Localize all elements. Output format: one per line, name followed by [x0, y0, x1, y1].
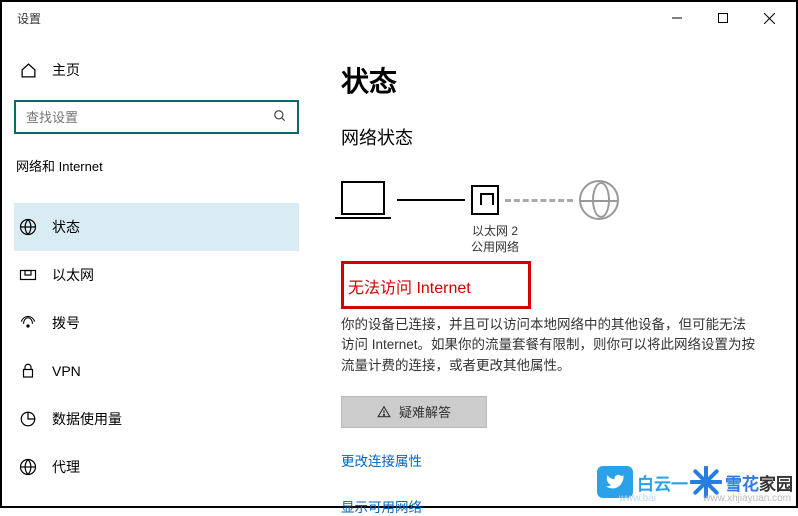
page-title: 状态	[341, 60, 756, 100]
sidebar-item-vpn[interactable]: VPN	[14, 347, 299, 395]
adapter-profile: 公用网络	[459, 240, 531, 256]
sidebar: 主页 网络和 Internet 状态 以太网 拨号	[2, 34, 307, 506]
home-icon	[18, 62, 38, 79]
sidebar-item-proxy[interactable]: 代理	[14, 443, 299, 491]
title-bar: 设置	[2, 2, 796, 34]
status-icon	[18, 218, 38, 236]
sidebar-item-ethernet[interactable]: 以太网	[14, 251, 299, 299]
adapter-name: 以太网 2	[459, 224, 531, 240]
close-icon	[764, 13, 775, 24]
globe-icon	[579, 180, 619, 220]
dialup-icon	[18, 314, 38, 332]
data-usage-icon	[18, 410, 38, 428]
home-label: 主页	[52, 60, 80, 80]
window-title: 设置	[17, 10, 41, 27]
main-content: 状态 网络状态 以太网 2 公用网络 无法访问 Internet 你的设备已连接…	[307, 34, 796, 506]
error-title: 无法访问 Internet	[348, 280, 471, 297]
watermark-right-url: www.xhjiayuan.com	[703, 493, 791, 504]
error-highlight-box: 无法访问 Internet	[341, 261, 531, 309]
search-box[interactable]	[14, 100, 299, 134]
status-description: 你的设备已连接，并且可以访问本地网络中的其他设备，但可能无法访问 Interne…	[341, 315, 756, 376]
network-status-subtitle: 网络状态	[341, 124, 756, 150]
sidebar-item-label: VPN	[52, 363, 81, 379]
search-input[interactable]	[26, 110, 273, 125]
watermark-right-text-1: 雪花	[725, 475, 759, 494]
minimize-icon	[672, 13, 682, 23]
proxy-icon	[18, 458, 38, 476]
sidebar-item-label: 代理	[52, 457, 80, 477]
warning-icon	[377, 405, 391, 419]
troubleshoot-button[interactable]: 疑难解答	[341, 396, 487, 428]
show-available-networks-link[interactable]: 显示可用网络	[341, 496, 756, 516]
watermark-right-text-2: 家园	[759, 475, 793, 494]
ethernet-adapter-icon	[471, 185, 499, 215]
minimize-button[interactable]	[654, 2, 700, 34]
category-header: 网络和 Internet	[14, 156, 299, 175]
sidebar-item-label: 数据使用量	[52, 409, 122, 429]
connection-line-solid	[397, 199, 465, 201]
adapter-labels: 以太网 2 公用网络	[459, 224, 531, 255]
sidebar-item-data-usage[interactable]: 数据使用量	[14, 395, 299, 443]
sidebar-item-label: 拨号	[52, 313, 80, 333]
sidebar-item-label: 以太网	[52, 265, 94, 285]
connection-line-dashed	[505, 199, 573, 202]
troubleshoot-label: 疑难解答	[399, 402, 451, 421]
network-diagram	[341, 180, 756, 220]
close-button[interactable]	[746, 2, 792, 34]
home-button[interactable]: 主页	[14, 52, 299, 88]
watermark-left-url: www.bai	[619, 493, 656, 504]
ethernet-icon	[18, 266, 38, 284]
vpn-icon	[18, 362, 38, 380]
device-icon	[341, 181, 391, 219]
sidebar-item-label: 状态	[52, 217, 80, 237]
sidebar-item-status[interactable]: 状态	[14, 203, 299, 251]
maximize-button[interactable]	[700, 2, 746, 34]
maximize-icon	[718, 13, 728, 23]
sidebar-item-dialup[interactable]: 拨号	[14, 299, 299, 347]
watermark-left-text: 白云一	[637, 470, 688, 495]
search-icon	[273, 109, 287, 126]
